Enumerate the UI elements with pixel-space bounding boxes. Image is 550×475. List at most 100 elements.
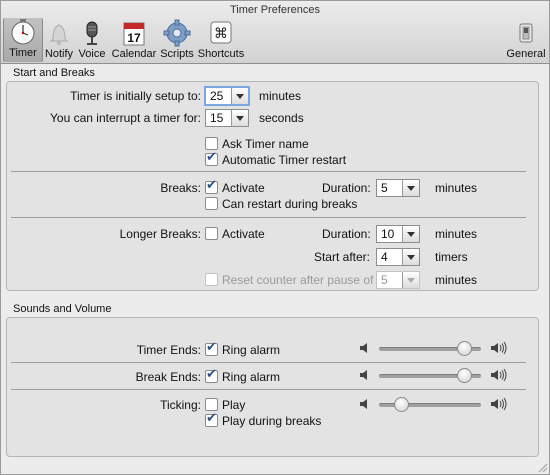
start-after-label: Start after: xyxy=(313,250,370,264)
chevron-down-icon[interactable] xyxy=(402,226,419,242)
title-toolbar: Timer Preferences Timer Notify Voice 17 … xyxy=(1,1,549,64)
microphone-icon xyxy=(86,21,98,45)
gear-icon xyxy=(163,19,191,47)
tab-scripts[interactable]: Scripts xyxy=(159,19,195,61)
setup-unit: minutes xyxy=(259,89,302,103)
tab-notify-label: Notify xyxy=(44,48,74,60)
chevron-down-icon[interactable] xyxy=(402,249,419,265)
breaks-duration-combo[interactable]: 5 xyxy=(376,179,420,197)
timer-icon xyxy=(11,19,35,45)
break-ends-label: Break Ends: xyxy=(135,370,201,384)
timer-ends-volume-slider[interactable] xyxy=(379,341,481,356)
breaks-duration-unit: minutes xyxy=(435,181,478,195)
bell-icon xyxy=(49,24,69,45)
ticking-play-label: Play xyxy=(222,398,246,412)
speaker-high-icon xyxy=(491,368,507,382)
break-ends-ring-checkbox[interactable]: Ring alarm xyxy=(205,367,280,384)
ticking-label: Ticking: xyxy=(160,398,201,412)
tab-calendar-label: Calendar xyxy=(111,48,157,60)
setup-label: Timer is initially setup to: xyxy=(70,89,201,103)
interrupt-unit: seconds xyxy=(259,111,304,125)
can-restart-checkbox[interactable]: Can restart during breaks xyxy=(205,197,357,211)
checkbox-box[interactable] xyxy=(205,227,218,240)
tab-voice[interactable]: Voice xyxy=(77,19,107,61)
reset-counter-unit: minutes xyxy=(435,273,478,287)
interrupt-value: 15 xyxy=(210,111,224,125)
calendar-icon: 17 xyxy=(123,22,145,46)
longer-duration-unit: minutes xyxy=(435,227,478,241)
speaker-low-icon xyxy=(360,343,367,353)
play-during-breaks-checkbox[interactable]: Play during breaks xyxy=(205,411,322,428)
tab-notify[interactable]: Notify xyxy=(43,19,75,61)
checkbox-box[interactable] xyxy=(205,340,218,356)
sounds-title: Sounds and Volume xyxy=(13,303,112,315)
ask-name-label: Ask Timer name xyxy=(222,137,309,151)
speaker-low-icon xyxy=(360,399,367,409)
setup-combo[interactable]: 25 xyxy=(204,86,250,106)
svg-text:⌘: ⌘ xyxy=(214,26,228,42)
slider-knob[interactable] xyxy=(394,397,410,412)
tab-shortcuts[interactable]: ⌘ Shortcuts xyxy=(197,19,245,61)
divider xyxy=(11,362,526,363)
longer-duration-combo[interactable]: 10 xyxy=(376,225,420,243)
longer-activate-label: Activate xyxy=(222,227,265,241)
checkbox-box[interactable] xyxy=(205,273,218,286)
start-after-combo[interactable]: 4 xyxy=(376,248,420,266)
chevron-down-icon[interactable] xyxy=(402,180,419,196)
calendar-day-text: 17 xyxy=(127,31,141,45)
speaker-low-icon xyxy=(360,370,367,380)
longer-activate-checkbox[interactable]: Activate xyxy=(205,227,265,241)
breaks-duration-label: Duration: xyxy=(322,181,371,195)
tab-voice-label: Voice xyxy=(78,48,106,60)
speaker-high-icon xyxy=(491,341,507,355)
breaks-activate-label: Activate xyxy=(222,181,265,195)
command-key-icon: ⌘ xyxy=(210,21,232,44)
longer-duration-label: Duration: xyxy=(322,227,371,241)
tab-general-label: General xyxy=(506,48,546,60)
divider xyxy=(11,389,526,390)
checkbox-box[interactable] xyxy=(205,398,218,411)
interrupt-label: You can interrupt a timer for: xyxy=(50,111,201,125)
checkbox-box[interactable] xyxy=(205,367,218,383)
checkbox-box[interactable] xyxy=(205,137,218,150)
reset-counter-checkbox[interactable]: Reset counter after pause of xyxy=(205,273,373,287)
start-after-value: 4 xyxy=(381,250,388,264)
tab-calendar[interactable]: 17 Calendar xyxy=(111,19,157,61)
start-breaks-title: Start and Breaks xyxy=(13,67,95,79)
ticking-volume-slider[interactable] xyxy=(379,397,481,412)
tab-timer[interactable]: Timer xyxy=(3,18,43,62)
break-ends-volume-slider[interactable] xyxy=(379,368,481,383)
checkbox-box[interactable] xyxy=(205,150,218,166)
reset-counter-value: 5 xyxy=(381,273,388,287)
longer-breaks-label: Longer Breaks: xyxy=(119,227,201,241)
auto-restart-checkbox[interactable]: Automatic Timer restart xyxy=(205,150,346,167)
ticking-play-checkbox[interactable]: Play xyxy=(205,398,245,412)
window-title: Timer Preferences xyxy=(229,4,321,16)
longer-duration-value: 10 xyxy=(381,227,395,241)
ask-name-checkbox[interactable]: Ask Timer name xyxy=(205,137,309,151)
chevron-down-icon[interactable] xyxy=(231,88,248,104)
tab-general[interactable]: General xyxy=(505,19,547,61)
timer-ends-label: Timer Ends: xyxy=(136,343,201,357)
divider xyxy=(11,171,526,172)
checkbox-box[interactable] xyxy=(205,178,218,194)
resize-grip-icon[interactable] xyxy=(536,461,548,473)
divider xyxy=(11,217,526,218)
tab-scripts-label: Scripts xyxy=(160,48,194,60)
play-during-breaks-label: Play during breaks xyxy=(222,414,322,428)
chevron-down-icon[interactable] xyxy=(402,272,419,288)
breaks-activate-checkbox[interactable]: Activate xyxy=(205,178,265,195)
tab-timer-label: Timer xyxy=(9,47,37,59)
breaks-duration-value: 5 xyxy=(381,181,388,195)
slider-knob[interactable] xyxy=(456,341,472,356)
chevron-down-icon[interactable] xyxy=(231,110,248,126)
checkbox-box[interactable] xyxy=(205,197,218,210)
interrupt-combo[interactable]: 15 xyxy=(205,109,249,127)
timer-ends-ring-label: Ring alarm xyxy=(222,343,281,357)
reset-counter-combo[interactable]: 5 xyxy=(376,271,420,289)
tab-shortcuts-label: Shortcuts xyxy=(197,48,245,60)
checkbox-box[interactable] xyxy=(205,411,218,427)
setup-value: 25 xyxy=(210,89,224,103)
timer-ends-ring-checkbox[interactable]: Ring alarm xyxy=(205,340,281,357)
slider-knob[interactable] xyxy=(456,368,472,383)
